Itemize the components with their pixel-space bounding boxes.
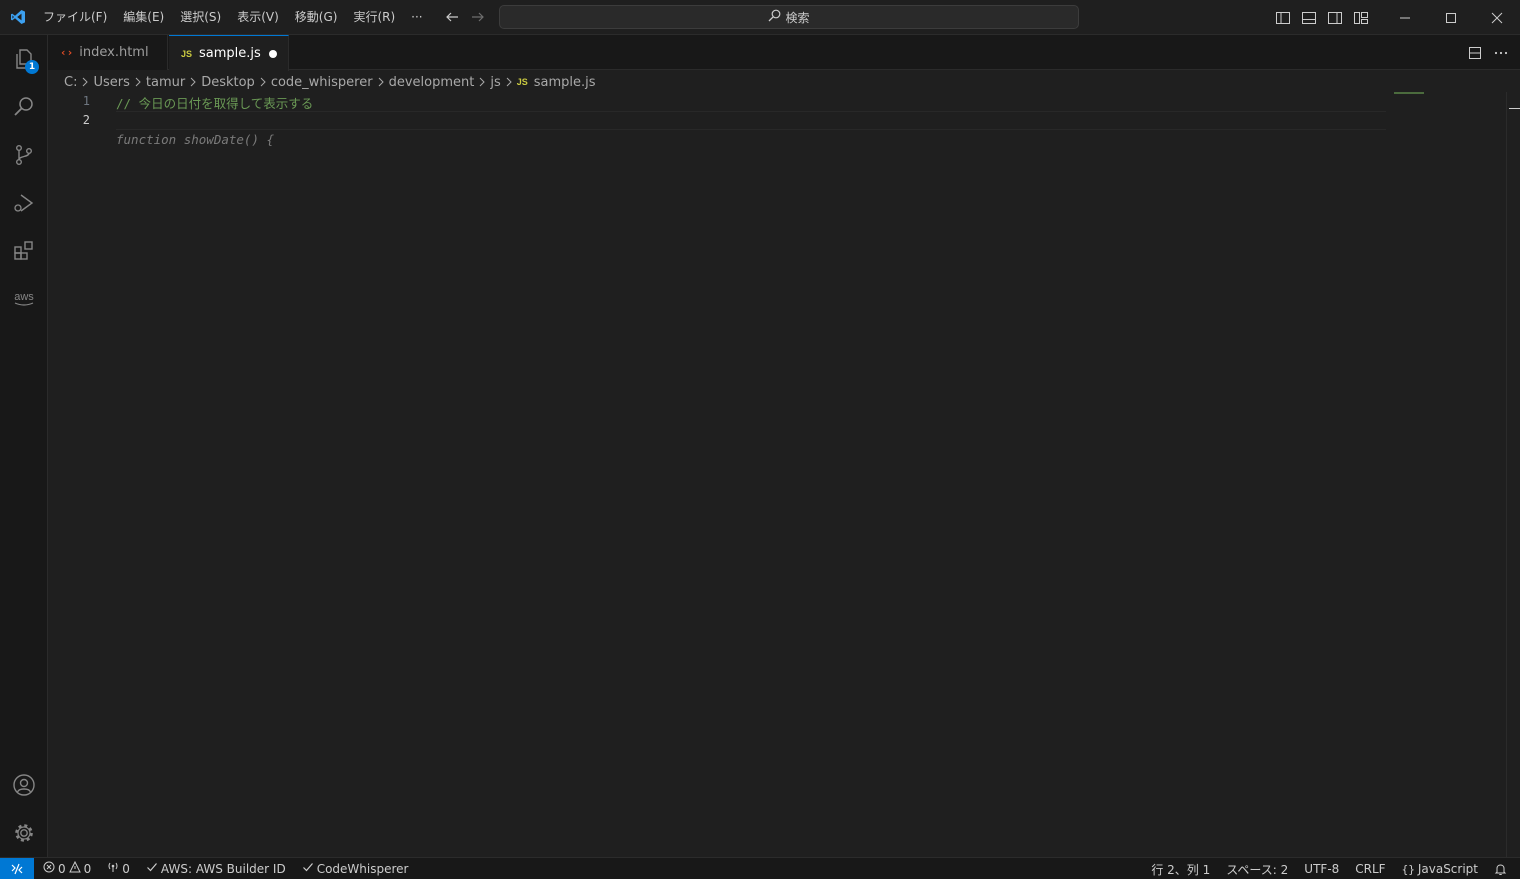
tab-index-html[interactable]: ‹› index.html: [48, 35, 168, 70]
accounts-icon[interactable]: [0, 761, 48, 809]
search-view-icon[interactable]: [0, 83, 48, 131]
breadcrumb-item[interactable]: code_whisperer: [271, 75, 373, 90]
current-line-highlight: [116, 111, 1386, 130]
tab-sample-js[interactable]: JS sample.js: [169, 35, 289, 71]
braces-icon: {}: [1401, 862, 1415, 876]
breadcrumb-item[interactable]: js: [490, 75, 500, 90]
codewhisperer-status[interactable]: CodeWhisperer: [297, 858, 414, 879]
line-number: 2: [82, 113, 90, 127]
activity-bar: 1 aws: [0, 35, 48, 857]
js-icon: JS: [516, 77, 528, 87]
menu-view[interactable]: 表示(V): [229, 0, 287, 35]
error-icon: [43, 861, 55, 876]
explorer-icon[interactable]: 1: [0, 35, 48, 83]
file-encoding[interactable]: UTF-8: [1299, 858, 1344, 879]
chevron-right-icon: [478, 77, 486, 87]
breadcrumb-file[interactable]: sample.js: [534, 75, 596, 90]
explorer-badge: 1: [25, 60, 39, 74]
error-count: 0: [58, 861, 66, 876]
breadcrumb: C: Users tamur Desktop code_whisperer de…: [64, 71, 596, 93]
chevron-right-icon: [189, 77, 197, 87]
breadcrumb-item[interactable]: C:: [64, 75, 77, 90]
line-number: 1: [82, 94, 90, 108]
codewhisperer-label: CodeWhisperer: [316, 861, 409, 876]
extensions-icon[interactable]: [0, 227, 48, 275]
notifications-bell-icon[interactable]: [1489, 858, 1512, 879]
toggle-primary-sidebar-icon[interactable]: [1270, 5, 1296, 31]
chevron-right-icon: [505, 77, 513, 87]
cursor-position[interactable]: 行 2、列 1: [1146, 858, 1215, 879]
split-editor-icon[interactable]: [1464, 42, 1486, 64]
editor-actions: [1464, 35, 1512, 70]
unsaved-dot-icon[interactable]: [269, 50, 277, 58]
vscode-logo-icon: [0, 0, 35, 35]
breadcrumb-item[interactable]: tamur: [146, 75, 185, 90]
ports-count: 0: [122, 861, 130, 876]
minimize-window-icon[interactable]: [1382, 0, 1428, 35]
svg-text:aws: aws: [14, 291, 34, 303]
menu-edit[interactable]: 編集(E): [115, 0, 172, 35]
title-bar: ファイル(F) 編集(E) 選択(S) 表示(V) 移動(G) 実行(R) ··…: [0, 0, 1520, 35]
toggle-secondary-sidebar-icon[interactable]: [1322, 5, 1348, 31]
ports-indicator[interactable]: 0: [102, 858, 135, 879]
menu-run[interactable]: 実行(R): [345, 0, 403, 35]
remote-indicator-icon[interactable]: [0, 857, 34, 879]
code-comment: // 今日の日付を取得して表示する: [116, 96, 314, 111]
breadcrumb-item[interactable]: Desktop: [201, 75, 255, 90]
forward-arrow-icon[interactable]: [465, 4, 491, 30]
chevron-right-icon: [134, 77, 142, 87]
chevron-right-icon: [81, 77, 89, 87]
menu-go[interactable]: 移動(G): [287, 0, 346, 35]
minimap[interactable]: [1394, 92, 1424, 94]
menu-selection[interactable]: 選択(S): [172, 0, 229, 35]
inline-suggestion: function showDate() {: [116, 132, 275, 147]
more-actions-icon[interactable]: [1490, 42, 1512, 64]
settings-gear-icon[interactable]: [0, 809, 48, 857]
navigation-arrows: [439, 4, 491, 30]
chevron-right-icon: [377, 77, 385, 87]
tab-label: sample.js: [199, 46, 261, 61]
warning-count: 0: [83, 861, 92, 876]
code-editor[interactable]: 1 2 // 今日の日付を取得して表示する function showDate(…: [48, 92, 1506, 857]
menu-file[interactable]: ファイル(F): [35, 0, 115, 35]
js-icon: JS: [181, 48, 193, 59]
tab-label: index.html: [79, 45, 149, 60]
broadcast-icon: [107, 861, 119, 876]
check-icon: [302, 861, 314, 876]
language-label: JavaScript: [1417, 862, 1478, 876]
indentation-setting[interactable]: スペース: 2: [1221, 858, 1293, 879]
chevron-right-icon: [259, 77, 267, 87]
menu-more[interactable]: ···: [403, 0, 430, 35]
editor-tab-bar: ‹› index.html JS sample.js: [48, 35, 1520, 71]
menu-bar: ファイル(F) 編集(E) 選択(S) 表示(V) 移動(G) 実行(R) ··…: [35, 0, 431, 35]
vertical-scrollbar[interactable]: [1506, 92, 1520, 857]
scrollbar-cursor-marker: [1509, 108, 1520, 109]
maximize-window-icon[interactable]: [1428, 0, 1474, 35]
toggle-panel-icon[interactable]: [1296, 5, 1322, 31]
source-control-icon[interactable]: [0, 131, 48, 179]
breadcrumb-item[interactable]: development: [389, 75, 475, 90]
search-icon: [768, 9, 781, 25]
title-bar-controls: [1270, 0, 1520, 35]
warning-icon: [68, 860, 81, 876]
status-bar-right: 行 2、列 1 スペース: 2 UTF-8 CRLF {} JavaScript: [1146, 858, 1512, 879]
language-mode[interactable]: {} JavaScript: [1397, 858, 1483, 879]
close-window-icon[interactable]: [1474, 0, 1520, 35]
check-icon: [146, 861, 158, 876]
aws-connection-status[interactable]: AWS: AWS Builder ID: [141, 858, 291, 879]
command-center-search[interactable]: 検索: [499, 5, 1079, 29]
search-label: 検索: [785, 10, 810, 25]
problems-indicator[interactable]: 0 0: [38, 858, 96, 879]
status-bar: 0 0 0 AWS: AWS Builder ID CodeWhisperer …: [0, 857, 1520, 879]
end-of-line[interactable]: CRLF: [1350, 858, 1390, 879]
customize-layout-icon[interactable]: [1348, 5, 1374, 31]
back-arrow-icon[interactable]: [439, 4, 465, 30]
breadcrumb-item[interactable]: Users: [93, 75, 129, 90]
run-and-debug-icon[interactable]: [0, 179, 48, 227]
html-icon: ‹›: [60, 46, 74, 59]
aws-label: AWS: AWS Builder ID: [160, 861, 286, 876]
aws-toolkit-icon[interactable]: aws: [0, 275, 48, 323]
